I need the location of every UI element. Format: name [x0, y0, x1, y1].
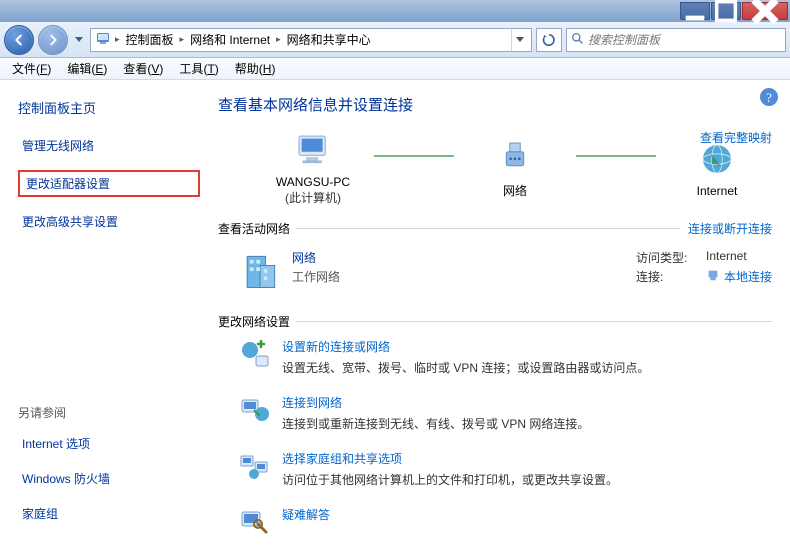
network-building-icon — [238, 249, 282, 293]
setting-link[interactable]: 选择家庭组和共享选项 — [282, 450, 618, 467]
chevron-right-icon[interactable]: ▸ — [115, 34, 120, 45]
forward-button[interactable] — [38, 25, 68, 55]
search-bar[interactable] — [566, 28, 786, 52]
setting-link[interactable]: 连接到网络 — [282, 394, 589, 411]
sidebar-also-firewall[interactable]: Windows 防火墙 — [18, 468, 200, 489]
svg-text:?: ? — [766, 90, 772, 105]
homegroup-icon — [238, 450, 270, 482]
map-connector — [374, 155, 454, 157]
chevron-right-icon[interactable]: ▸ — [180, 34, 185, 45]
map-node-label: 网络 — [503, 182, 527, 199]
menu-tools[interactable]: 工具(T) — [173, 58, 224, 79]
refresh-button[interactable] — [536, 28, 562, 52]
map-node-network: 网络 — [460, 136, 570, 199]
content: ? 查看基本网络信息并设置连接 查看完整映射 WANGSU-PC (此计算机) … — [208, 80, 790, 548]
computer-icon — [292, 129, 334, 171]
breadcrumb-item-1[interactable]: 网络和 Internet — [188, 31, 272, 48]
active-networks-header: 查看活动网络 连接或断开连接 — [218, 220, 772, 237]
setting-desc: 连接到或重新连接到无线、有线、拨号或 VPN 网络连接。 — [282, 415, 589, 432]
address-dropdown[interactable] — [511, 29, 527, 51]
setting-link[interactable]: 疑难解答 — [282, 506, 330, 523]
active-network-name[interactable]: 网络 — [292, 249, 340, 266]
menu-bar: 文件(F) 编辑(E) 查看(V) 工具(T) 帮助(H) — [0, 58, 790, 80]
map-node-internet: Internet — [662, 138, 772, 198]
troubleshoot-icon — [238, 506, 270, 538]
setting-desc: 设置无线、宽带、拨号、临时或 VPN 连接；或设置路由器或访问点。 — [282, 359, 649, 376]
minimize-button[interactable] — [680, 2, 710, 20]
map-connector — [576, 155, 656, 157]
setting-homegroup: 选择家庭组和共享选项 访问位于其他网络计算机上的文件和打印机，或更改共享设置。 — [238, 450, 772, 488]
address-bar[interactable]: ▸ 控制面板 ▸ 网络和 Internet ▸ 网络和共享中心 — [90, 28, 532, 52]
sidebar-link-adapter-settings[interactable]: 更改适配器设置 — [18, 170, 200, 197]
ethernet-icon — [706, 268, 720, 285]
connection-link[interactable]: 本地连接 — [706, 268, 772, 285]
full-map-link[interactable]: 查看完整映射 — [700, 129, 772, 146]
connect-disconnect-link[interactable]: 连接或断开连接 — [688, 220, 772, 237]
breadcrumb-item-2[interactable]: 网络和共享中心 — [285, 31, 373, 48]
setting-connect-network: 连接到网络 连接到或重新连接到无线、有线、拨号或 VPN 网络连接。 — [238, 394, 772, 432]
access-type-value: Internet — [706, 249, 747, 266]
search-input[interactable] — [588, 33, 781, 47]
setting-link[interactable]: 设置新的连接或网络 — [282, 338, 649, 355]
connection-label: 连接: — [636, 268, 696, 285]
active-network-props: 访问类型: Internet 连接: 本地连接 — [636, 249, 772, 287]
connect-network-icon — [238, 394, 270, 426]
breadcrumb-item-0[interactable]: 控制面板 — [124, 31, 176, 48]
sidebar-home[interactable]: 控制面板主页 — [18, 98, 200, 117]
access-type-label: 访问类型: — [636, 249, 696, 266]
control-panel-icon — [95, 30, 111, 49]
maximize-button[interactable] — [711, 2, 741, 20]
map-node-label: Internet — [697, 184, 738, 198]
network-map: 查看完整映射 WANGSU-PC (此计算机) 网络 Inter — [218, 129, 772, 206]
change-settings-header: 更改网络设置 — [218, 313, 772, 330]
history-dropdown[interactable] — [72, 25, 86, 55]
active-network-type: 工作网络 — [292, 268, 340, 285]
sidebar: 控制面板主页 管理无线网络 更改适配器设置 更改高级共享设置 另请参阅 Inte… — [0, 80, 208, 548]
setting-new-connection: 设置新的连接或网络 设置无线、宽带、拨号、临时或 VPN 连接；或设置路由器或访… — [238, 338, 772, 376]
chevron-right-icon[interactable]: ▸ — [276, 34, 281, 45]
setting-troubleshoot: 疑难解答 — [238, 506, 772, 538]
map-node-sublabel: (此计算机) — [285, 189, 341, 206]
menu-view[interactable]: 查看(V) — [117, 58, 169, 79]
title-bar — [0, 0, 790, 22]
sidebar-link-wireless[interactable]: 管理无线网络 — [18, 135, 200, 156]
active-network: 网络 工作网络 访问类型: Internet 连接: 本地连接 — [218, 243, 772, 299]
close-button[interactable] — [742, 2, 788, 20]
search-icon — [571, 32, 584, 48]
setting-desc: 访问位于其他网络计算机上的文件和打印机，或更改共享设置。 — [282, 471, 618, 488]
page-title: 查看基本网络信息并设置连接 — [218, 94, 772, 115]
map-node-this-pc: WANGSU-PC (此计算机) — [258, 129, 368, 206]
hub-icon — [494, 136, 536, 178]
map-node-label: WANGSU-PC — [276, 175, 350, 189]
sidebar-link-advanced-sharing[interactable]: 更改高级共享设置 — [18, 211, 200, 232]
menu-file[interactable]: 文件(F) — [6, 58, 57, 79]
toolbar: ▸ 控制面板 ▸ 网络和 Internet ▸ 网络和共享中心 — [0, 22, 790, 58]
help-button[interactable]: ? — [758, 86, 780, 108]
settings-list: 设置新的连接或网络 设置无线、宽带、拨号、临时或 VPN 连接；或设置路由器或访… — [218, 338, 772, 538]
sidebar-also-title: 另请参阅 — [18, 404, 200, 421]
menu-help[interactable]: 帮助(H) — [229, 58, 282, 79]
sidebar-also-homegroup[interactable]: 家庭组 — [18, 503, 200, 524]
back-button[interactable] — [4, 25, 34, 55]
menu-edit[interactable]: 编辑(E) — [61, 58, 113, 79]
sidebar-also-internet-options[interactable]: Internet 选项 — [18, 433, 200, 454]
new-connection-icon — [238, 338, 270, 370]
